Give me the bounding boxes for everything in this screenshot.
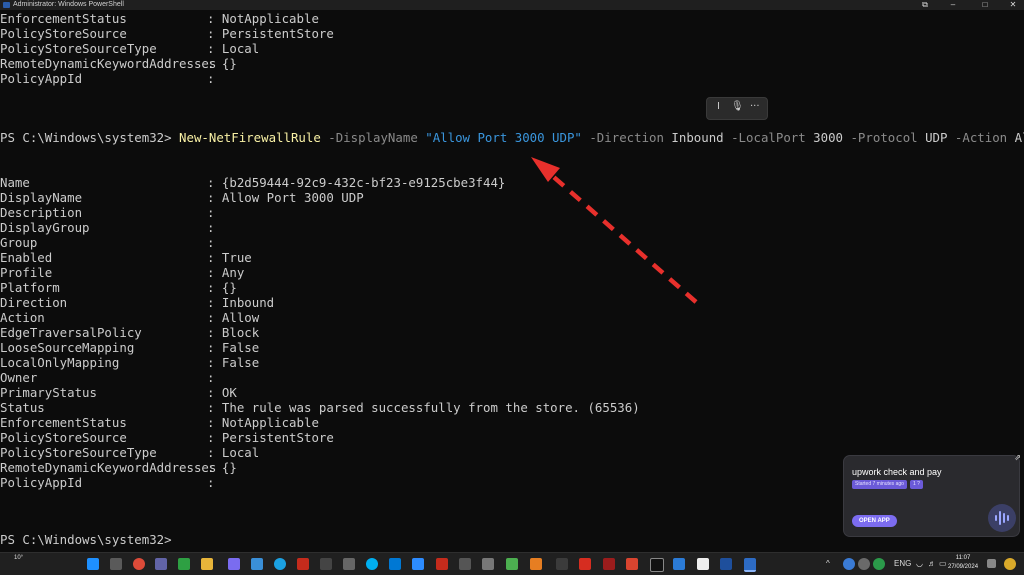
app-icon[interactable] (556, 558, 568, 570)
powershell-icon[interactable] (744, 558, 756, 572)
folder-icon[interactable] (201, 558, 213, 570)
app-icon[interactable] (603, 558, 615, 570)
app-icon[interactable] (626, 558, 638, 570)
app-icon[interactable] (697, 558, 709, 570)
tray-app-icon[interactable] (843, 558, 855, 570)
language-indicator[interactable]: ENG (894, 559, 911, 568)
battery-icon[interactable]: ▭ (939, 559, 947, 568)
app-icon[interactable] (343, 558, 355, 570)
start-icon[interactable] (87, 558, 99, 570)
app-icon[interactable] (251, 558, 263, 570)
app-icon[interactable] (506, 558, 518, 570)
app-icon[interactable] (436, 558, 448, 570)
app-icon[interactable] (720, 558, 732, 570)
toast-title: upwork check and pay (852, 467, 942, 477)
clock[interactable]: 11:07 27/09/2024 (948, 554, 978, 572)
teams-icon[interactable] (155, 558, 167, 570)
app-icon[interactable] (228, 558, 240, 570)
task-view-icon[interactable] (110, 558, 122, 570)
weather-widget[interactable]: 10° (14, 555, 23, 561)
app-icon[interactable] (320, 558, 332, 570)
taskbar: 10° ^ ENG ◡ ♬ ▭ 11:07 27/09/2024 (0, 552, 1024, 575)
toast-count-badge: 1 ? (910, 480, 923, 489)
app-icon[interactable] (389, 558, 401, 570)
tray-app-icon[interactable] (873, 558, 885, 570)
app-icon[interactable] (482, 558, 494, 570)
app-icon[interactable] (650, 558, 664, 572)
app-icon[interactable] (459, 558, 471, 570)
app-icon[interactable] (274, 558, 286, 570)
toast-time-badge: Started 7 minutes ago (852, 480, 907, 489)
notification-toast[interactable]: ⇗ upwork check and pay Started 7 minutes… (843, 453, 1021, 537)
chrome-icon[interactable] (133, 558, 145, 570)
filezilla-icon[interactable] (579, 558, 591, 570)
open-app-button[interactable]: OPEN APP (852, 515, 897, 527)
tray-overflow-icon[interactable]: ^ (826, 559, 830, 568)
app-icon[interactable] (530, 558, 542, 570)
pdf-icon[interactable] (297, 558, 309, 570)
zoom-icon[interactable] (412, 558, 424, 570)
wifi-icon[interactable]: ◡ (916, 559, 923, 568)
app-icon[interactable] (673, 558, 685, 570)
external-link-icon[interactable]: ⇗ (1014, 453, 1021, 462)
skype-icon[interactable] (366, 558, 378, 570)
app-icon[interactable] (178, 558, 190, 570)
copilot-icon[interactable] (1004, 558, 1016, 570)
tray-app-icon[interactable] (858, 558, 870, 570)
volume-icon[interactable]: ♬ (928, 559, 936, 568)
notifications-icon[interactable] (987, 559, 996, 568)
audio-wave-icon (988, 504, 1016, 532)
